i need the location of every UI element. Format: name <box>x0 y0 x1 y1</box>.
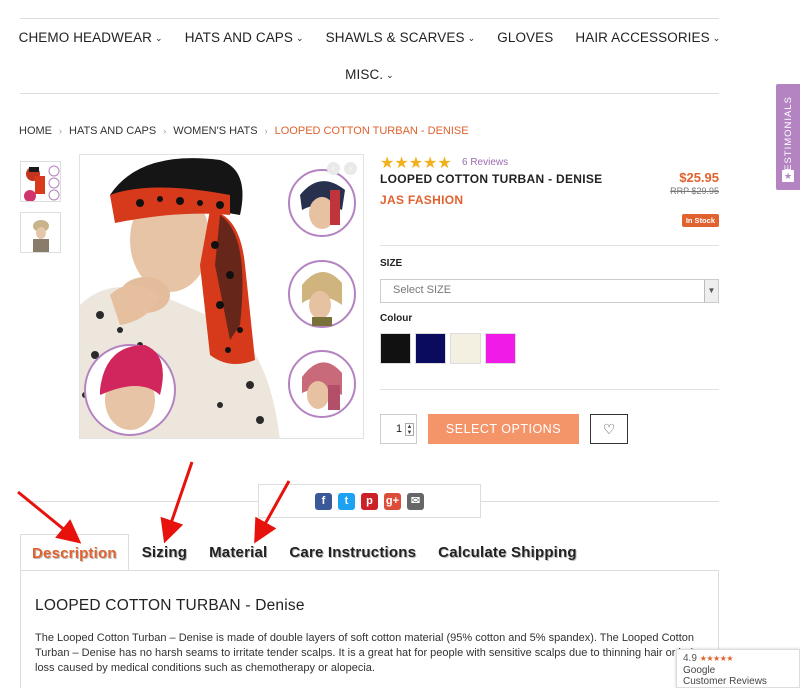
size-label: SIZE <box>380 258 403 269</box>
breadcrumb-home[interactable]: HOME <box>19 125 52 137</box>
customer-reviews-label: Customer Reviews <box>683 676 767 687</box>
annotation-arrow-description <box>17 490 82 544</box>
colour-swatch-magenta[interactable] <box>485 333 516 364</box>
select-options-button[interactable]: SELECT OPTIONS <box>428 414 579 444</box>
tab-care-instructions[interactable]: Care Instructions <box>278 534 427 571</box>
tab-material[interactable]: Material <box>198 534 278 571</box>
product-title: LOOPED COTTON TURBAN - DENISE <box>380 172 603 186</box>
main-nav: CHEMO HEADWEAR ⌄ HATS AND CAPS ⌄ SHAWLS & … <box>19 19 721 93</box>
description-title: LOOPED COTTON TURBAN - Denise <box>35 597 305 614</box>
product-rrp: RRP $29.95 <box>670 186 719 196</box>
description-panel: LOOPED COTTON TURBAN - Denise The Looped… <box>20 570 719 688</box>
chevron-down-icon: ⌄ <box>296 33 304 43</box>
rating-stars: ★★★★★ <box>380 155 452 172</box>
tab-description[interactable]: Description <box>20 534 129 571</box>
google-label: Google <box>683 664 716 676</box>
facebook-icon[interactable]: f <box>315 492 332 510</box>
tab-sizing[interactable]: Sizing <box>131 534 198 571</box>
stock-badge: In Stock <box>681 214 719 227</box>
chevron-down-icon: ▼ <box>704 280 718 302</box>
chevron-right-icon[interactable]: › <box>344 162 357 175</box>
product-main-image[interactable]: ‹ › <box>79 154 364 439</box>
breadcrumb-separator: › <box>163 126 167 136</box>
product-brand[interactable]: JAS FASHION <box>380 193 463 207</box>
testimonials-label: TESTIMONIALS <box>782 96 794 178</box>
heart-icon: ♡ <box>602 421 616 437</box>
nav-item-misc[interactable]: MISC. ⌄ <box>334 67 405 82</box>
google-plus-icon[interactable]: g+ <box>384 492 401 510</box>
breadcrumb-separator: › <box>264 126 268 136</box>
colour-swatch-cream[interactable] <box>450 333 481 364</box>
reviews-link[interactable]: 6 Reviews <box>462 157 508 168</box>
colour-swatch-navy[interactable] <box>415 333 446 364</box>
breadcrumb: HOME › HATS AND CAPS › WOMEN'S HATS › LO… <box>19 125 469 137</box>
share-bar: f t p g+ ✉ <box>258 484 481 518</box>
product-tabs: Description Sizing Material Care Instruc… <box>20 534 588 571</box>
divider <box>380 389 719 390</box>
chevron-down-icon: ⌄ <box>467 33 476 43</box>
twitter-icon[interactable]: t <box>338 492 355 510</box>
nav-item-hats-and-caps[interactable]: HATS AND CAPS ⌄ <box>174 30 315 45</box>
product-thumbnail-2[interactable] <box>20 212 61 253</box>
breadcrumb-separator: › <box>59 126 62 136</box>
description-text: The Looped Cotton Turban – Denise is mad… <box>35 632 697 674</box>
wishlist-button[interactable]: ♡ <box>590 414 628 444</box>
star-icon: ★ <box>782 170 794 182</box>
quantity-value: 1 <box>396 423 403 435</box>
chevron-down-icon: ⌄ <box>155 33 163 43</box>
annotation-arrow-sizing <box>160 461 194 544</box>
chevron-left-icon[interactable]: ‹ <box>327 162 340 175</box>
review-stars: ★★★★★ <box>699 654 734 663</box>
google-customer-reviews-badge[interactable]: 4.9 ★★★★★ Google Customer Reviews <box>676 649 800 688</box>
chevron-down-icon: ⌄ <box>386 70 394 80</box>
nav-item-chemo-headwear[interactable]: CHEMO HEADWEAR ⌄ <box>8 30 174 45</box>
nav-item-shawls-scarves[interactable]: SHAWLS & SCARVES ⌄ <box>315 30 487 45</box>
review-score: 4.9 <box>683 653 697 664</box>
colour-label: Colour <box>380 313 413 324</box>
pinterest-icon[interactable]: p <box>361 492 378 510</box>
nav-item-gloves[interactable]: GLOVES <box>486 30 564 45</box>
chevron-down-icon: ⌄ <box>712 33 721 43</box>
spinner-icon[interactable]: ▲ ▼ <box>405 423 414 436</box>
breadcrumb-current: LOOPED COTTON TURBAN - DENISE <box>274 125 469 137</box>
colour-swatch-black[interactable] <box>380 333 411 364</box>
product-thumbnail-1[interactable] <box>20 161 61 202</box>
tab-calculate-shipping[interactable]: Calculate Shipping <box>427 534 588 571</box>
breadcrumb-hats-and-caps[interactable]: HATS AND CAPS <box>69 125 156 137</box>
breadcrumb-womens-hats[interactable]: WOMEN'S HATS <box>173 125 257 137</box>
email-icon[interactable]: ✉ <box>407 492 424 510</box>
nav-divider <box>20 93 719 94</box>
quantity-stepper[interactable]: 1 ▲ ▼ <box>380 414 417 444</box>
product-price: $25.95 <box>679 170 719 185</box>
divider <box>380 245 719 246</box>
size-select-value: Select SIZE <box>393 284 452 296</box>
nav-item-hair-accessories[interactable]: HAIR ACCESSORIES ⌄ <box>564 30 731 45</box>
testimonials-tab[interactable]: TESTIMONIALS ★ <box>776 84 800 190</box>
size-select[interactable]: Select SIZE ▼ <box>380 279 719 303</box>
